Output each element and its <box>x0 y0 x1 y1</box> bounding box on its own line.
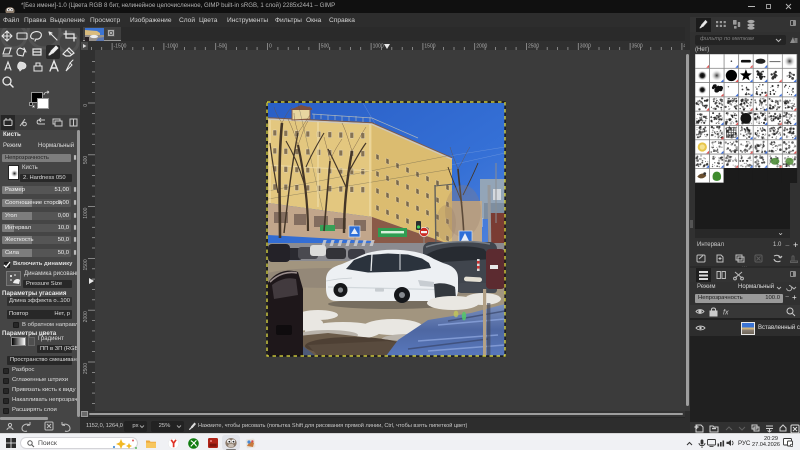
svg-text:3500: 3500 <box>632 44 643 50</box>
svg-text:2500: 2500 <box>528 44 539 50</box>
svg-text:1000: 1000 <box>373 44 384 50</box>
svg-text:4000: 4000 <box>683 44 685 50</box>
svg-text:0: 0 <box>83 104 89 107</box>
svg-text:1500: 1500 <box>424 44 435 50</box>
svg-text:2000: 2000 <box>476 44 487 50</box>
svg-text:-1500: -1500 <box>114 44 127 50</box>
svg-text:500: 500 <box>83 156 89 165</box>
svg-text:2000: 2000 <box>83 311 89 322</box>
svg-text:1500: 1500 <box>83 259 89 270</box>
svg-text:0: 0 <box>269 44 272 50</box>
svg-text:-500: -500 <box>217 44 227 50</box>
svg-text:fx: fx <box>723 310 729 317</box>
svg-text:3000: 3000 <box>580 44 591 50</box>
svg-text:-1000: -1000 <box>165 44 178 50</box>
svg-text:2500: 2500 <box>83 363 89 374</box>
svg-text:1000: 1000 <box>83 207 89 218</box>
svg-text:500: 500 <box>321 44 330 50</box>
